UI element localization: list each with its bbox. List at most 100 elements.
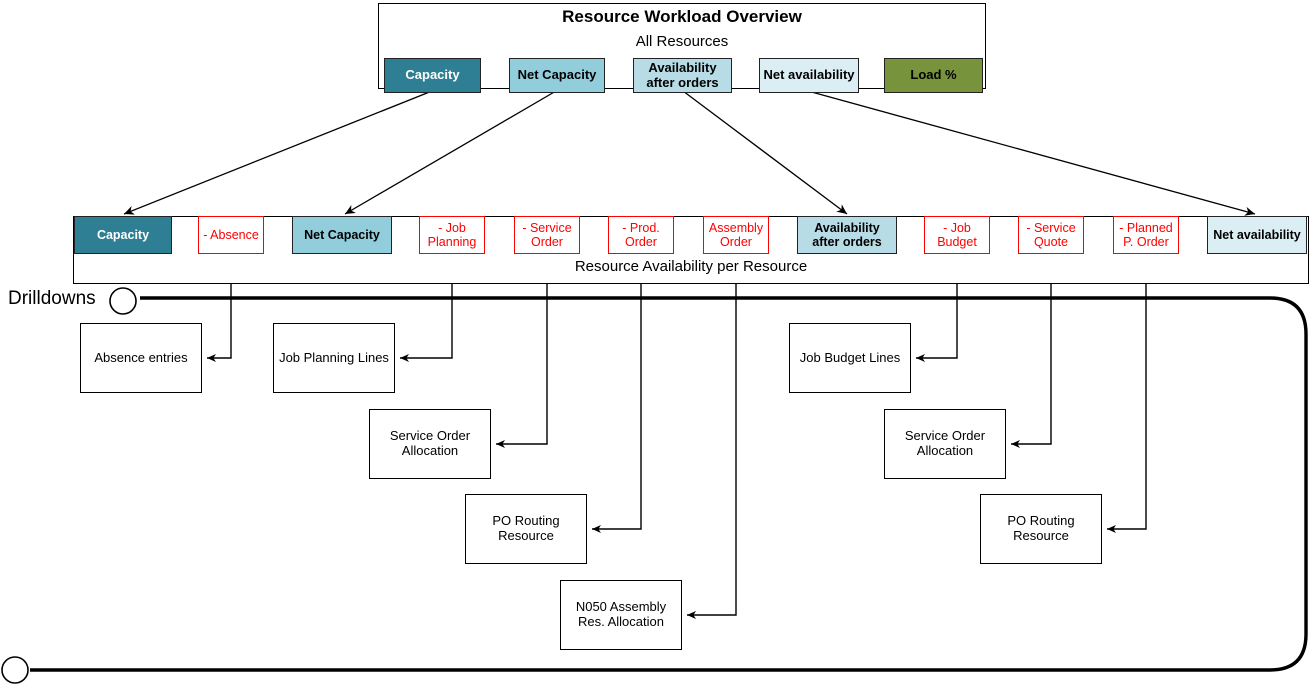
drilldown-label: N050 Assembly Res. Allocation xyxy=(575,599,667,630)
drilldowns-bottom-node xyxy=(1,656,29,684)
drilldown-absence-entries[interactable]: Absence entries xyxy=(80,323,202,393)
text-line: Order xyxy=(625,235,657,249)
text-line: PO Routing xyxy=(1007,513,1075,529)
text-line: Job Planning Lines xyxy=(279,349,389,365)
text-line: Resource xyxy=(1013,528,1069,543)
drilldown-service-order-allocation[interactable]: Service Order Allocation xyxy=(369,409,491,479)
text-line: - Service xyxy=(1026,220,1076,235)
overview-kpi-net-availability[interactable]: Net availability xyxy=(759,58,859,93)
text-line: Capacity xyxy=(405,67,460,83)
drilldown-job-planning-lines[interactable]: Job Planning Lines xyxy=(273,323,395,393)
text-line: N050 Assembly xyxy=(575,599,667,615)
measure-label: - Planned P. Order xyxy=(1119,221,1173,250)
drilldown-label: PO Routing Resource xyxy=(492,513,560,544)
text-line: Budget xyxy=(937,235,977,249)
kpi-label: Availability after orders xyxy=(646,59,719,91)
overview-kpi-availability-after-orders[interactable]: Availability after orders xyxy=(633,58,732,93)
drilldown-po-routing-resource[interactable]: PO Routing Resource xyxy=(465,494,587,564)
resource-measure-planned-p-order[interactable]: - Planned P. Order xyxy=(1113,216,1179,254)
text-line: Net Capacity xyxy=(304,227,380,242)
measure-label: Availability after orders xyxy=(812,221,881,250)
text-line: Order xyxy=(531,235,563,249)
resource-measure-service-order[interactable]: - Service Order xyxy=(514,216,580,254)
text-line: Net Capacity xyxy=(517,67,597,83)
text-line: Availability xyxy=(814,220,880,235)
text-line: Allocation xyxy=(401,443,459,458)
resource-measure-prod-order[interactable]: - Prod. Order xyxy=(608,216,674,254)
drilldown-label: Job Planning Lines xyxy=(279,349,389,366)
measure-label: - Job Budget xyxy=(937,221,977,250)
drilldown-po-routing-resource[interactable]: PO Routing Resource xyxy=(980,494,1102,564)
drilldown-job-budget-lines[interactable]: Job Budget Lines xyxy=(789,323,911,393)
resource-measure-assembly-order[interactable]: Assembly Order xyxy=(703,216,769,254)
resource-measure-availability-after-orders[interactable]: Availability after orders xyxy=(797,216,897,254)
kpi-label: Net Capacity xyxy=(517,67,597,83)
text-line: Resource xyxy=(498,528,554,543)
resource-measure-job-budget[interactable]: - Job Budget xyxy=(924,216,990,254)
resource-measure-net-capacity[interactable]: Net Capacity xyxy=(292,216,392,254)
wire-po-routing-resource xyxy=(592,254,642,533)
measure-label: - Service Quote xyxy=(1026,221,1075,250)
text-line: Service Order xyxy=(904,428,986,444)
arrow-net-capacity xyxy=(344,90,557,215)
wire-n050-assembly-res-allocation xyxy=(687,254,737,619)
overview-kpi-load[interactable]: Load % xyxy=(884,58,983,93)
text-line: Availability xyxy=(648,59,717,75)
text-line: after orders xyxy=(812,235,882,249)
resource-availability-caption: Resource Availability per Resource xyxy=(574,258,808,275)
text-line: Allocation xyxy=(916,443,974,458)
measure-label: Net Capacity xyxy=(304,228,380,242)
drilldown-service-order-allocation[interactable]: Service Order Allocation xyxy=(884,409,1006,479)
overview-kpi-net-capacity[interactable]: Net Capacity xyxy=(509,58,605,93)
text-line: Planning xyxy=(427,235,477,249)
kpi-label: Capacity xyxy=(405,67,460,83)
text-line: - Job xyxy=(943,220,971,235)
page-subtitle: All Resources xyxy=(635,33,729,50)
drilldown-label: Job Budget Lines xyxy=(799,349,901,366)
resource-measure-service-quote[interactable]: - Service Quote xyxy=(1018,216,1084,254)
text-line: Net availability xyxy=(763,67,855,83)
text-line: - Planned xyxy=(1119,220,1173,235)
text-line: - Prod. xyxy=(622,220,660,235)
arrow-capacity xyxy=(123,90,433,215)
text-line: Assembly xyxy=(708,220,764,235)
text-line: Load % xyxy=(910,67,957,83)
text-line: PO Routing xyxy=(492,513,560,529)
text-line: Quote xyxy=(1033,235,1069,249)
drilldown-label: Service Order Allocation xyxy=(389,428,471,459)
measure-label: - Prod. Order xyxy=(622,221,660,250)
drilldown-label: Service Order Allocation xyxy=(904,428,986,459)
text-line: - Service xyxy=(522,220,572,235)
resource-measure-job-planning[interactable]: - Job Planning xyxy=(419,216,485,254)
text-line: Service Order xyxy=(389,428,471,444)
measure-label: Capacity xyxy=(97,228,149,242)
drilldown-label: PO Routing Resource xyxy=(1007,513,1075,544)
text-line: Net availability xyxy=(1213,227,1301,242)
resource-measure-capacity[interactable]: Capacity xyxy=(74,216,172,254)
text-line: - Absence xyxy=(203,227,259,242)
resource-measure-net-availability[interactable]: Net availability xyxy=(1207,216,1307,254)
text-line: Capacity xyxy=(96,227,150,242)
wire-po-routing-resource-2 xyxy=(1107,254,1147,533)
measure-label: - Absence xyxy=(203,228,259,242)
arrow-net-availability xyxy=(807,90,1256,216)
text-line: Job Budget Lines xyxy=(799,349,901,365)
drilldown-n050-assembly-res-allocation[interactable]: N050 Assembly Res. Allocation xyxy=(560,580,682,650)
arrow-availability-after-orders xyxy=(682,90,848,215)
text-line: after orders xyxy=(646,74,719,90)
page-title: Resource Workload Overview xyxy=(562,7,802,26)
text-line: Order xyxy=(720,235,752,249)
text-line: Absence entries xyxy=(94,349,188,365)
resource-measure-absence[interactable]: - Absence xyxy=(198,216,264,254)
kpi-label: Load % xyxy=(910,67,957,83)
measure-label: Net availability xyxy=(1213,228,1301,242)
text-line: P. Order xyxy=(1123,235,1169,249)
drilldowns-label: Drilldowns xyxy=(8,288,96,309)
measure-label: - Service Order xyxy=(522,221,571,250)
overview-kpi-capacity[interactable]: Capacity xyxy=(384,58,481,93)
measure-label: Assembly Order xyxy=(709,221,763,250)
text-line: Res. Allocation xyxy=(577,614,664,629)
drilldowns-top-node xyxy=(109,287,137,315)
measure-label: - Job Planning xyxy=(428,221,477,250)
text-line: - Job xyxy=(438,220,466,235)
